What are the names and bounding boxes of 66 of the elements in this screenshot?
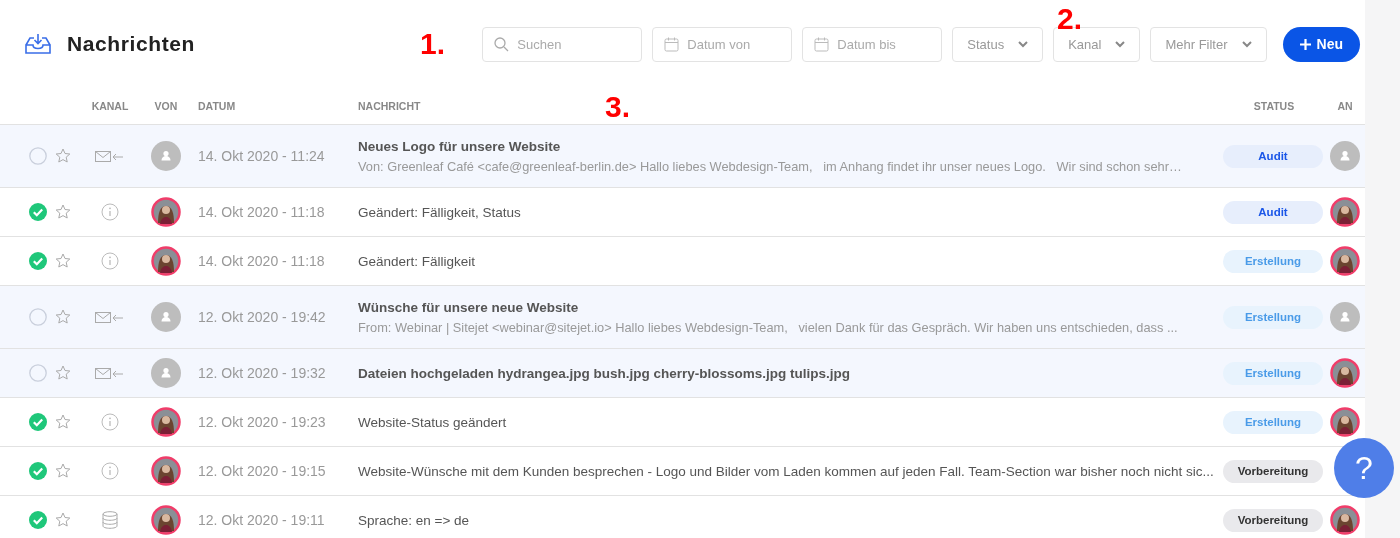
- column-header: DATUM: [198, 100, 236, 112]
- star-icon[interactable]: [55, 463, 71, 479]
- star-icon[interactable]: [55, 365, 71, 381]
- date-text: 14. Okt 2020 - 11:18: [198, 204, 325, 220]
- search-field[interactable]: Suchen: [482, 26, 643, 62]
- chevron-down-icon: [1018, 40, 1029, 48]
- star-icon[interactable]: [55, 148, 71, 164]
- column-header: STATUS: [1253, 100, 1295, 112]
- chevron-down-icon: [1241, 40, 1252, 48]
- plus-icon: [1299, 38, 1311, 50]
- message-subject: Neues Logo für unsere Website: [358, 138, 561, 154]
- star-icon[interactable]: [55, 414, 71, 430]
- page-title: Nachrichten: [67, 32, 195, 56]
- star-icon[interactable]: [55, 309, 71, 325]
- new-button[interactable]: Neu: [1282, 26, 1360, 62]
- date-text: 14. Okt 2020 - 11:18: [198, 253, 325, 269]
- star-icon[interactable]: [55, 253, 71, 269]
- message-subject: Website-Status geändert: [358, 414, 507, 430]
- status-tag: Vorbereitung: [1223, 508, 1323, 532]
- annotation-number: 1.: [420, 27, 446, 61]
- filter-dropdown[interactable]: Mehr Filter: [1150, 26, 1267, 62]
- message-preview: Von: Greenleaf Café <cafe@greenleaf-berlin.de> Hallo liebes Webdesign-Team, im Anhang findet ihr unser neues Logo. Wir sind schon sehr…: [358, 158, 1182, 174]
- star-icon[interactable]: [55, 204, 71, 220]
- empty-circle-icon[interactable]: [29, 308, 47, 326]
- annotation-number: 3.: [605, 90, 631, 124]
- date-text: 12. Okt 2020 - 19:11: [198, 512, 325, 528]
- help-button[interactable]: ?: [1334, 438, 1394, 498]
- search-icon: [494, 36, 510, 52]
- filter-dropdown[interactable]: Status: [952, 26, 1044, 62]
- message-subject: Website-Wünsche mit dem Kunden besprechen - Logo und Bilder vom Laden kommen auf jeden Fall. Team-Section war bisher noch nicht sic...: [358, 463, 1214, 479]
- message-preview: From: Webinar | Sitejet <webinar@sitejet.io> Hallo liebes Webdesign-Team, vielen Dank für das Gespräch. Wir haben uns entschieden, dass ...: [358, 319, 1178, 335]
- status-tag: Audit: [1223, 200, 1323, 224]
- message-subject: Sprache: en => de: [358, 512, 470, 528]
- date-text: 12. Okt 2020 - 19:42: [198, 309, 326, 325]
- column-header: KANAL: [91, 100, 129, 112]
- check-circle-icon[interactable]: [29, 413, 47, 431]
- check-circle-icon[interactable]: [29, 462, 47, 480]
- check-circle-icon[interactable]: [29, 511, 47, 529]
- date-to-field[interactable]: Datum bis: [802, 26, 943, 62]
- check-circle-icon[interactable]: [29, 252, 47, 270]
- column-header: AN: [1337, 100, 1353, 112]
- calendar-icon: [814, 36, 830, 52]
- empty-circle-icon[interactable]: [29, 147, 47, 165]
- inbox-icon: [25, 33, 51, 55]
- status-tag: Erstellung: [1223, 361, 1323, 385]
- check-circle-icon[interactable]: [29, 203, 47, 221]
- message-subject: Dateien hochgeladen hydrangea.jpg bush.jpg cherry-blossoms.jpg tulips.jpg: [358, 365, 851, 381]
- message-subject: Wünsche für unsere neue Website: [358, 299, 579, 315]
- date-text: 14. Okt 2020 - 11:24: [198, 148, 325, 164]
- date-from-field[interactable]: Datum von: [652, 26, 793, 62]
- column-header: VON: [154, 100, 178, 112]
- date-text: 12. Okt 2020 - 19:23: [198, 414, 326, 430]
- message-subject: Geändert: Fälligkeit, Status: [358, 204, 521, 220]
- date-text: 12. Okt 2020 - 19:15: [198, 463, 326, 479]
- message-subject: Geändert: Fälligkeit: [358, 253, 476, 269]
- status-tag: Erstellung: [1223, 305, 1323, 329]
- status-tag: Audit: [1223, 144, 1323, 168]
- status-tag: Vorbereitung: [1223, 459, 1323, 483]
- chevron-down-icon: [1115, 40, 1126, 48]
- status-tag: Erstellung: [1223, 410, 1323, 434]
- column-header: NACHRICHT: [358, 100, 421, 112]
- star-icon[interactable]: [55, 512, 71, 528]
- empty-circle-icon[interactable]: [29, 364, 47, 382]
- calendar-icon: [664, 36, 680, 52]
- date-text: 12. Okt 2020 - 19:32: [198, 365, 326, 381]
- status-tag: Erstellung: [1223, 249, 1323, 273]
